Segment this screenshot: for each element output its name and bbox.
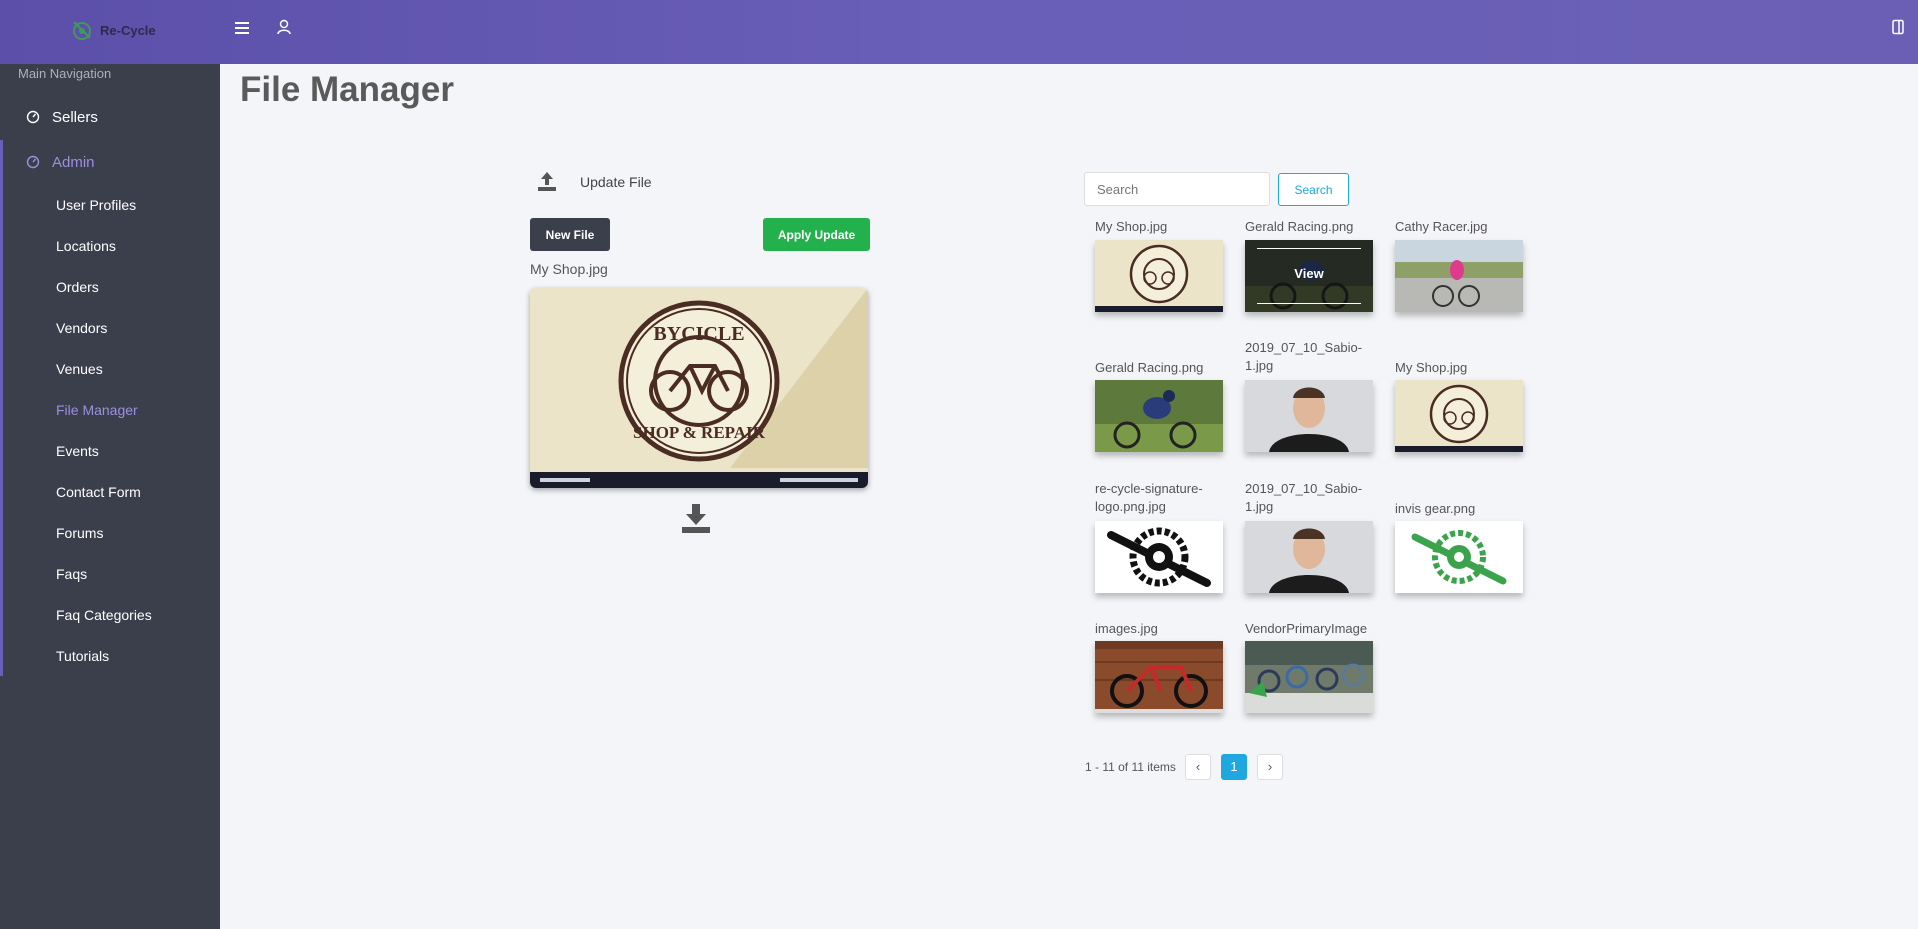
download-icon[interactable]	[680, 502, 712, 534]
file-thumbnail[interactable]	[1095, 641, 1223, 713]
file-name: invis gear.png	[1395, 501, 1476, 516]
page-title: File Manager	[240, 70, 454, 109]
file-thumbnail[interactable]	[1245, 521, 1373, 593]
file-thumbnail[interactable]	[1095, 521, 1223, 593]
next-page-button[interactable]: ›	[1257, 754, 1283, 780]
file-thumbnail[interactable]	[1095, 240, 1223, 312]
file-name: Gerald Racing.png	[1095, 360, 1204, 375]
sidebar-item-venues[interactable]: Venues	[56, 361, 103, 377]
recycle-logo-icon	[73, 21, 91, 40]
search-input[interactable]	[1084, 172, 1270, 206]
sidebar-item-locations[interactable]: Locations	[56, 238, 116, 254]
view-label[interactable]: View	[1245, 266, 1373, 281]
file-name: Gerald Racing.png	[1245, 219, 1354, 234]
sidebar-item-faq-categories[interactable]: Faq Categories	[56, 607, 152, 623]
sidebar-item-orders[interactable]: Orders	[56, 279, 99, 295]
view-overlay[interactable]: View	[1245, 240, 1373, 312]
admin-section-indicator	[0, 140, 3, 676]
file-name: 2019_07_10_Sabio-1.jpg	[1245, 340, 1363, 373]
apply-update-button[interactable]: Apply Update	[763, 218, 870, 251]
svg-text:SHOP & REPAIR: SHOP & REPAIR	[633, 423, 766, 442]
upload-icon[interactable]	[536, 170, 558, 192]
file-thumbnail[interactable]	[1395, 240, 1523, 312]
sidebar-item-vendors[interactable]: Vendors	[56, 320, 107, 336]
sidebar-item-admin[interactable]: Admin	[0, 142, 220, 182]
menu-icon[interactable]	[234, 20, 250, 36]
sidebar-item-events[interactable]: Events	[56, 443, 99, 459]
update-file-label: Update File	[580, 174, 652, 190]
sidebar-item-label: Sellers	[52, 108, 98, 126]
file-preview-image: BYCICLE SHOP & REPAIR	[530, 288, 868, 488]
sidebar-item-user-profiles[interactable]: User Profiles	[56, 197, 136, 213]
pagination-info: 1 - 11 of 11 items	[1085, 760, 1176, 774]
sidebar-item-faqs[interactable]: Faqs	[56, 566, 87, 582]
selected-file-name: My Shop.jpg	[530, 261, 608, 277]
brand-name: Re-Cycle	[100, 22, 156, 38]
top-bar: Re-Cycle	[0, 0, 1918, 64]
file-thumbnail[interactable]	[1395, 380, 1523, 452]
gauge-icon	[26, 110, 40, 124]
user-icon[interactable]	[276, 19, 292, 35]
file-thumbnail[interactable]: View	[1245, 240, 1373, 312]
file-name: Cathy Racer.jpg	[1395, 219, 1488, 234]
file-name: re-cycle-signature-logo.png.jpg	[1095, 481, 1203, 514]
divider	[1257, 248, 1361, 249]
gauge-icon	[26, 155, 40, 169]
sidebar-item-contact-form[interactable]: Contact Form	[56, 484, 141, 500]
sidebar-item-file-manager[interactable]: File Manager	[56, 402, 138, 418]
panel-toggle-icon[interactable]	[1890, 19, 1906, 35]
file-name: VendorPrimaryImage	[1245, 621, 1368, 636]
sidebar-item-sellers[interactable]: Sellers	[0, 97, 220, 137]
sidebar-item-tutorials[interactable]: Tutorials	[56, 648, 109, 664]
file-name: 2019_07_10_Sabio-1.jpg	[1245, 481, 1363, 514]
search-button[interactable]: Search	[1278, 173, 1349, 206]
file-thumbnail[interactable]	[1245, 641, 1373, 713]
file-name: images.jpg	[1095, 621, 1158, 636]
sidebar: Main Navigation Sellers Admin User Profi…	[0, 64, 220, 929]
sidebar-item-forums[interactable]: Forums	[56, 525, 103, 541]
sidebar-item-label: Admin	[52, 153, 95, 171]
file-name: My Shop.jpg	[1395, 360, 1468, 375]
page-1-button[interactable]: 1	[1221, 754, 1247, 780]
new-file-button[interactable]: New File	[530, 218, 610, 251]
brand[interactable]: Re-Cycle	[70, 18, 156, 42]
file-thumbnail[interactable]	[1095, 380, 1223, 452]
file-name: My Shop.jpg	[1095, 219, 1168, 234]
sidebar-heading: Main Navigation	[18, 66, 112, 81]
prev-page-button[interactable]: ‹	[1185, 754, 1211, 780]
svg-text:BYCICLE: BYCICLE	[653, 323, 744, 345]
divider	[1257, 303, 1361, 304]
file-thumbnail[interactable]	[1395, 521, 1523, 593]
file-thumbnail[interactable]	[1245, 380, 1373, 452]
